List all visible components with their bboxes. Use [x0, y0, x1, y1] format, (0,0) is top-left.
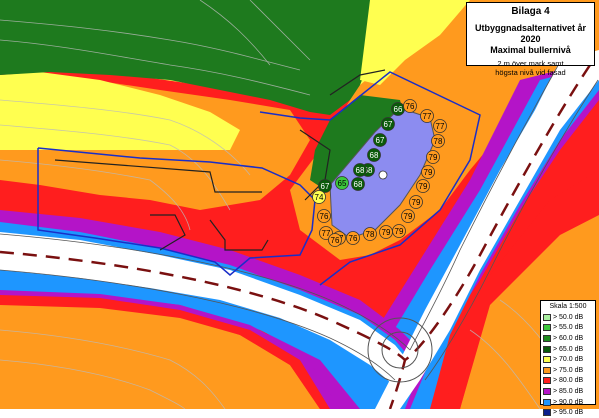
facade-marker-value: 68 — [354, 180, 363, 189]
facade-marker: 78 — [431, 134, 445, 148]
legend-swatch — [543, 387, 551, 395]
facade-marker-value: 78 — [434, 137, 443, 146]
legend-label: > 70.0 dB — [553, 356, 584, 364]
map-note-line2: högsta nivå vid fasad — [495, 68, 566, 77]
facade-marker: 79 — [379, 225, 393, 239]
legend-swatch — [543, 334, 551, 342]
legend-item: > 85.0 dB — [543, 386, 593, 397]
legend-scale: Skala 1:500 — [549, 303, 587, 310]
facade-marker: 76 — [403, 99, 417, 113]
legend-item: > 70.0 dB — [543, 354, 593, 365]
building-symbol — [378, 170, 388, 180]
facade-marker: 66 — [391, 102, 405, 116]
facade-marker-value: 65 — [338, 179, 347, 188]
facade-marker: 79 — [416, 179, 430, 193]
facade-marker-value: 76 — [406, 102, 415, 111]
facade-marker-value: 74 — [315, 193, 324, 202]
legend-item: > 90.0 dB — [543, 397, 593, 408]
facade-marker: 79 — [426, 150, 440, 164]
legend-label: > 80.0 dB — [553, 377, 584, 385]
legend-swatch — [543, 398, 551, 406]
facade-marker: 74 — [312, 190, 326, 204]
legend-item: > 80.0 dB — [543, 376, 593, 387]
map-title-line1: Utbyggnadsalternativet år 2020 — [474, 23, 587, 44]
facade-marker: 79 — [392, 224, 406, 238]
facade-marker-value: 76 — [320, 212, 329, 221]
facade-marker-value: 67 — [376, 136, 385, 145]
facade-marker: 67 — [373, 133, 387, 147]
facade-marker: 65 — [335, 176, 349, 190]
facade-marker: 68 — [351, 177, 365, 191]
facade-marker-value: 79 — [412, 198, 421, 207]
legend-swatch — [543, 366, 551, 374]
legend-swatch — [543, 324, 551, 332]
facade-marker: 68 — [367, 148, 381, 162]
legend-item: > 50.0 dB — [543, 312, 593, 323]
facade-marker: 76 — [317, 209, 331, 223]
map-title-line2: Maximal bullernivå — [490, 45, 571, 55]
legend-label: > 55.0 dB — [553, 324, 584, 332]
title-box: Bilaga 4 Utbyggnadsalternativet år 2020 … — [466, 2, 595, 77]
facade-marker: 77 — [420, 109, 434, 123]
facade-marker-value: 79 — [382, 228, 391, 237]
legend-label: > 90.0 dB — [553, 398, 584, 406]
facade-marker-value: 78 — [366, 230, 375, 239]
map-note-line1: 2 m över mark samt — [497, 59, 564, 68]
facade-marker: 79 — [409, 195, 423, 209]
facade-marker-value: 77 — [436, 122, 445, 131]
facade-marker-value: 66 — [394, 105, 403, 114]
legend-item: > 55.0 dB — [543, 323, 593, 334]
facade-marker-value: 76 — [331, 236, 340, 245]
legend-label: > 65.0 dB — [553, 345, 584, 353]
facade-marker: 68 — [353, 163, 367, 177]
facade-marker: 77 — [433, 119, 447, 133]
facade-marker-value: 67 — [384, 120, 393, 129]
legend-label: > 60.0 dB — [553, 334, 584, 342]
map-heading: Bilaga 4 — [511, 6, 550, 17]
facade-marker: 79 — [421, 165, 435, 179]
facade-marker-value: 79 — [429, 153, 438, 162]
legend-swatch — [543, 345, 551, 353]
facade-marker-value: 68 — [370, 151, 379, 160]
legend-rows: > 50.0 dB > 55.0 dB > 60.0 dB > 65.0 dB > 70… — [543, 312, 593, 418]
facade-marker-value: 67 — [321, 182, 330, 191]
legend-item: > 65.0 dB — [543, 344, 593, 355]
facade-marker-value: 77 — [423, 112, 432, 121]
facade-marker: 79 — [401, 209, 415, 223]
legend-label: > 50.0 dB — [553, 313, 584, 321]
facade-marker-value: 76 — [349, 234, 358, 243]
facade-marker-value: 79 — [404, 212, 413, 221]
legend-label: > 85.0 dB — [553, 387, 584, 395]
legend-swatch — [543, 409, 551, 417]
legend-label: > 95.0 dB — [553, 409, 584, 417]
facade-marker-value: 68 — [356, 166, 365, 175]
legend-swatch — [543, 356, 551, 364]
legend-item: > 60.0 dB — [543, 333, 593, 344]
facade-marker: 76 — [328, 233, 342, 247]
facade-marker: 76 — [346, 231, 360, 245]
facade-marker: 78 — [363, 227, 377, 241]
legend-label: > 75.0 dB — [553, 366, 584, 374]
legend: Skala 1:500 > 50.0 dB > 55.0 dB > 60.0 dB >… — [540, 300, 596, 417]
facade-marker-value: 79 — [419, 182, 428, 191]
legend-item: > 75.0 dB — [543, 365, 593, 376]
legend-swatch — [543, 313, 551, 321]
facade-marker-value: 79 — [395, 227, 404, 236]
legend-swatch — [543, 377, 551, 385]
facade-marker: 67 — [381, 117, 395, 131]
facade-marker-value: 79 — [424, 168, 433, 177]
